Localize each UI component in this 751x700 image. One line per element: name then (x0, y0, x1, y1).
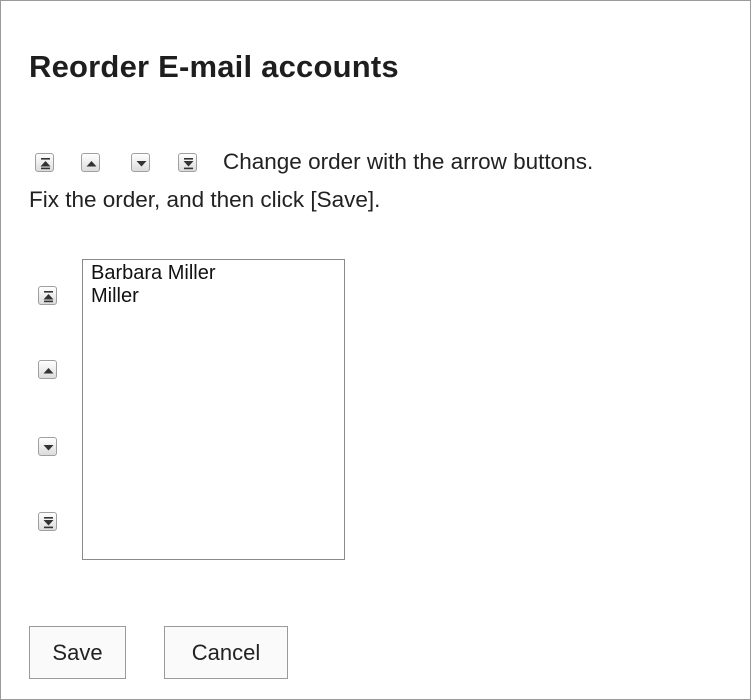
move-down-icon (43, 445, 54, 451)
move-to-bottom-icon (178, 153, 197, 172)
list-item[interactable]: Barbara Miller (83, 262, 344, 285)
dialog-frame: Reorder E-mail accounts Change order wit… (0, 0, 751, 700)
move-to-bottom-button[interactable] (38, 512, 57, 531)
move-to-top-icon (43, 291, 54, 303)
instruction-line-1: Change order with the arrow buttons. (223, 149, 594, 174)
save-button[interactable]: Save (29, 626, 126, 679)
move-to-top-button[interactable] (38, 286, 57, 305)
move-to-top-icon (35, 153, 54, 172)
move-to-bottom-icon (43, 517, 54, 529)
move-down-button[interactable] (38, 437, 57, 456)
instruction-line-2: Fix the order, and then click [Save]. (29, 187, 381, 212)
cancel-button[interactable]: Cancel (164, 626, 288, 679)
account-listbox[interactable]: Barbara Miller Miller (82, 259, 345, 560)
move-up-button[interactable] (38, 360, 57, 379)
move-down-icon (131, 153, 150, 172)
page-title: Reorder E-mail accounts (29, 49, 399, 84)
list-item[interactable]: Miller (83, 285, 344, 308)
move-up-icon (43, 368, 54, 374)
move-up-icon (81, 153, 100, 172)
